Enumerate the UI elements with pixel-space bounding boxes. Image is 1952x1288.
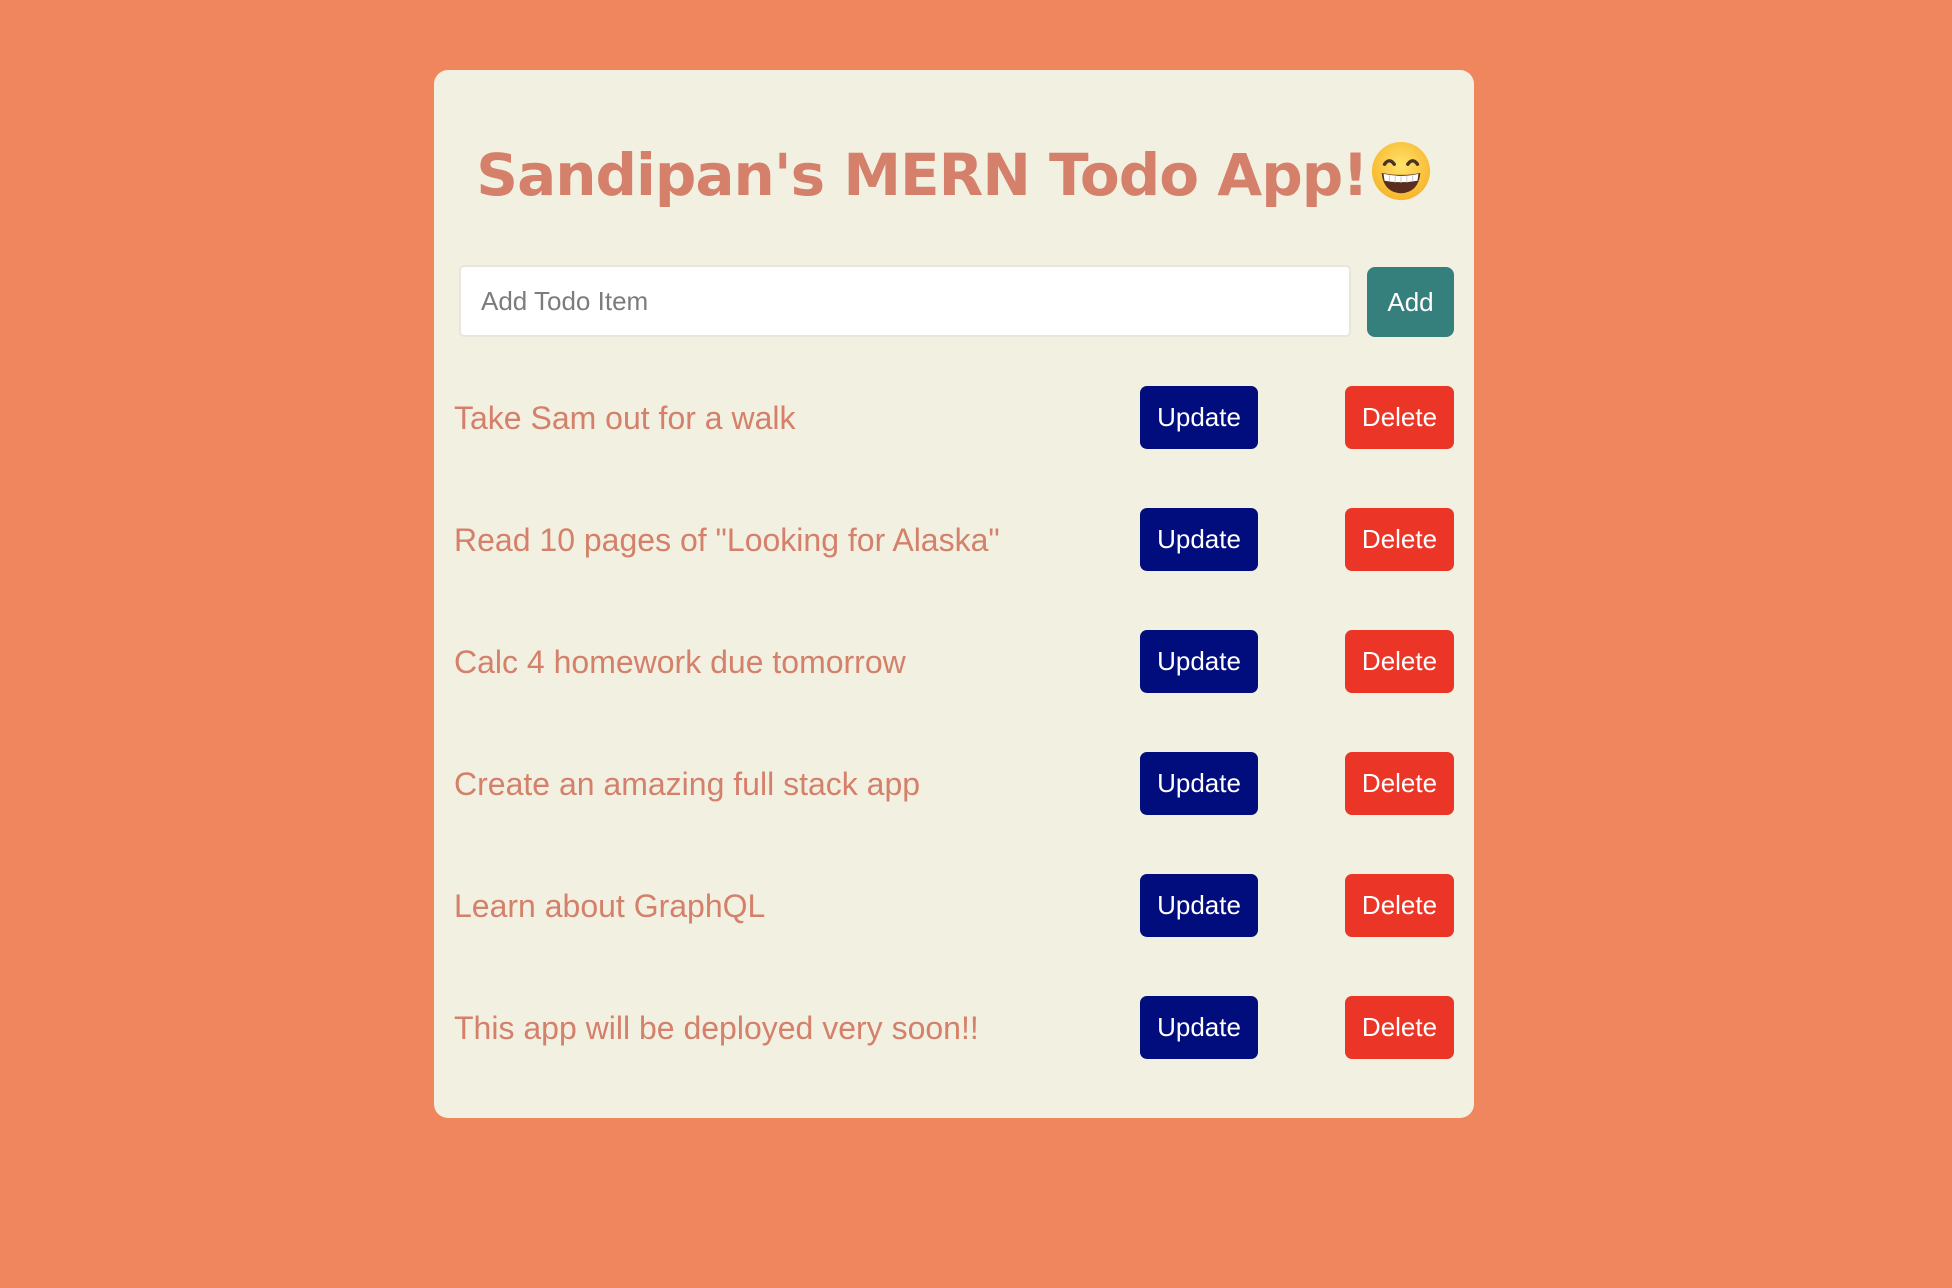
delete-button[interactable]: Delete <box>1345 752 1454 815</box>
todo-text: This app will be deployed very soon!! <box>454 1010 979 1046</box>
todo-text: Create an amazing full stack app <box>454 766 921 802</box>
todo-item: Learn about GraphQL Update Delete <box>434 874 1474 938</box>
update-button[interactable]: Update <box>1140 752 1258 815</box>
delete-button[interactable]: Delete <box>1345 630 1454 693</box>
delete-button[interactable]: Delete <box>1345 386 1454 449</box>
todo-item: Read 10 pages of "Looking for Alaska" Up… <box>434 508 1474 572</box>
update-button[interactable]: Update <box>1140 386 1258 449</box>
update-button[interactable]: Update <box>1140 630 1258 693</box>
update-button[interactable]: Update <box>1140 874 1258 937</box>
todo-text: Take Sam out for a walk <box>454 400 796 436</box>
todo-item: Create an amazing full stack app Update … <box>434 752 1474 816</box>
grinning-face-emoji-icon <box>1371 141 1430 201</box>
update-button[interactable]: Update <box>1140 996 1258 1059</box>
add-todo-input[interactable] <box>459 265 1351 337</box>
todo-item: Calc 4 homework due tomorrow Update Dele… <box>434 630 1474 694</box>
delete-button[interactable]: Delete <box>1345 996 1454 1059</box>
todo-text: Read 10 pages of "Looking for Alaska" <box>454 522 1000 558</box>
todo-text: Learn about GraphQL <box>454 888 766 924</box>
todo-card <box>434 70 1474 1118</box>
update-button[interactable]: Update <box>1140 508 1258 571</box>
delete-button[interactable]: Delete <box>1345 508 1454 571</box>
delete-button[interactable]: Delete <box>1345 874 1454 937</box>
page-title: Sandipan's MERN Todo App! <box>434 130 1474 220</box>
todo-item: Take Sam out for a walk Update Delete <box>434 386 1474 450</box>
todo-item: This app will be deployed very soon!! Up… <box>434 996 1474 1060</box>
add-button[interactable]: Add <box>1367 267 1454 337</box>
page-title-text: Sandipan's MERN Todo App! <box>476 141 1368 209</box>
todo-text: Calc 4 homework due tomorrow <box>454 644 906 680</box>
